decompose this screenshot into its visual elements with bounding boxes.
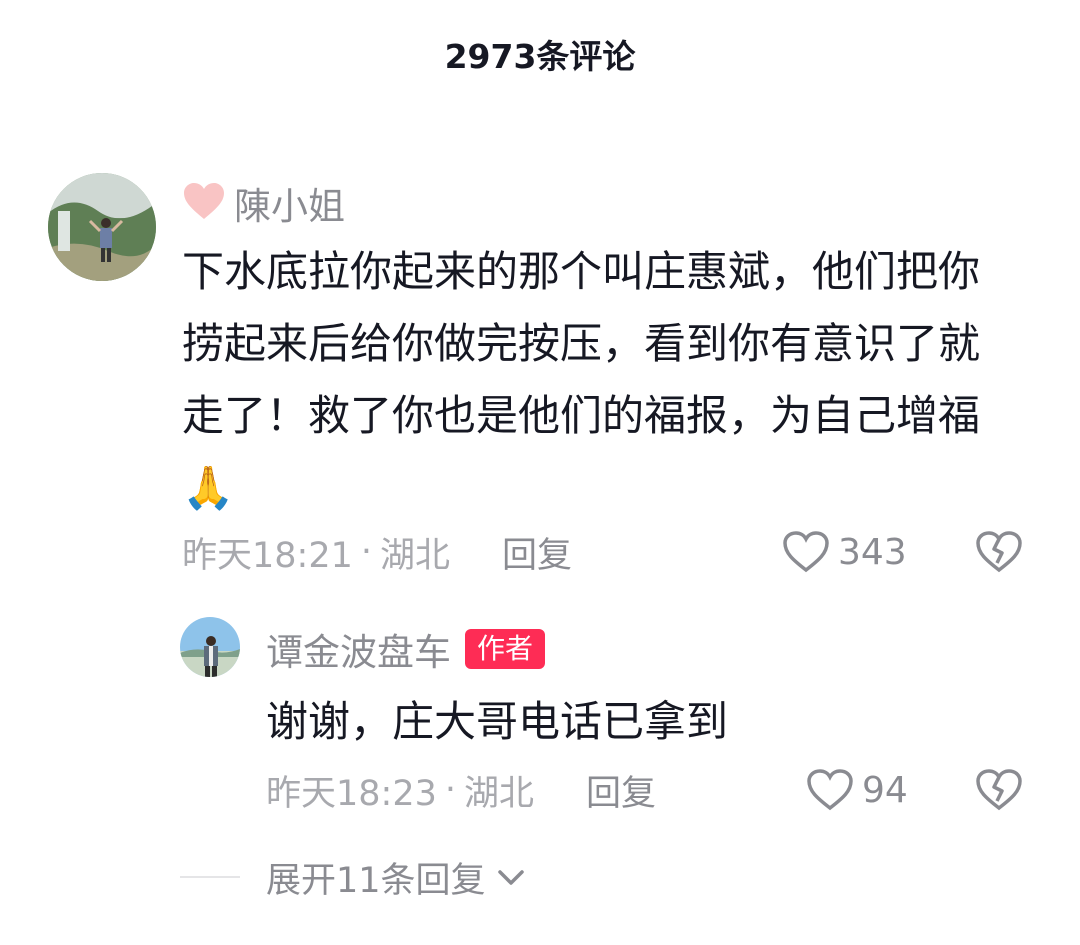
heart-icon bbox=[182, 181, 226, 225]
comment-like-count: 343 bbox=[838, 531, 907, 573]
like-icon bbox=[783, 531, 829, 573]
expand-replies-button[interactable]: 展开11条回复 bbox=[266, 852, 528, 902]
meta-separator: · bbox=[444, 770, 457, 810]
chevron-down-icon bbox=[497, 870, 524, 885]
avatar[interactable] bbox=[48, 173, 156, 281]
reply-reply-button[interactable]: 回复 bbox=[586, 765, 656, 816]
expand-divider bbox=[180, 876, 240, 878]
broken-heart-icon bbox=[976, 531, 1022, 573]
like-icon bbox=[807, 769, 853, 811]
broken-heart-icon bbox=[976, 769, 1022, 811]
reply-location: 湖北 bbox=[464, 773, 535, 814]
comment-time: 昨天18:21 bbox=[182, 535, 353, 576]
reply-like-button[interactable]: 94 bbox=[806, 765, 908, 815]
reply-button[interactable]: 回复 bbox=[502, 527, 572, 578]
dislike-button[interactable] bbox=[975, 530, 1023, 578]
comment-header: 陳小姐 bbox=[182, 178, 345, 228]
reply-text: 谢谢，庄大哥电话已拿到 bbox=[266, 697, 729, 746]
comment-like-button[interactable]: 343 bbox=[782, 527, 907, 577]
comment-meta: 昨天18:21 · 湖北 回复 bbox=[182, 527, 572, 577]
comment-location: 湖北 bbox=[380, 535, 451, 576]
reply-username[interactable]: 谭金波盘车 bbox=[266, 622, 451, 676]
reply-avatar[interactable] bbox=[180, 617, 240, 677]
reply-time: 昨天18:23 bbox=[266, 773, 437, 814]
reply-dislike-button[interactable] bbox=[975, 768, 1023, 816]
comment-username[interactable]: 陳小姐 bbox=[234, 176, 345, 230]
page-title: 2973条评论 bbox=[444, 37, 636, 76]
meta-separator: · bbox=[360, 532, 373, 572]
expand-replies-label: 展开11条回复 bbox=[266, 860, 486, 901]
author-badge: 作者 bbox=[465, 629, 546, 669]
reply-like-count: 94 bbox=[862, 769, 908, 811]
reply-meta: 昨天18:23 · 湖北 回复 bbox=[266, 765, 656, 815]
reply-header: 谭金波盘车 作者 bbox=[266, 622, 546, 676]
comment-text: 下水底拉你起来的那个叫庄惠斌，他们把你捞起来后给你做完按压，看到你有意识了就走了… bbox=[182, 247, 981, 512]
